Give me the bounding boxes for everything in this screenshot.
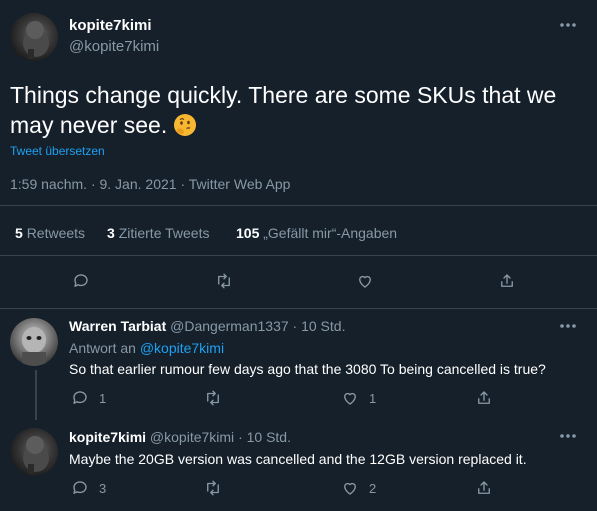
avatar[interactable] [10,318,58,366]
like-button[interactable] [356,272,374,290]
quotes-stat[interactable]: 3 Zitierte Tweets [107,225,209,241]
tweet-timestamp[interactable]: 1:59 nachm. · 9. Jan. 2021 · Twitter Web… [10,176,290,192]
handle[interactable]: @kopite7kimi [69,38,159,55]
handle[interactable]: @kopite7kimi [150,429,234,445]
divider [0,308,597,309]
share-icon [478,391,490,404]
stats-bar: 5 Retweets [15,225,85,241]
likes-label: „Gefällt mir“-Angaben [263,225,398,241]
quotes-label: Zitierte Tweets [118,225,210,241]
reply-button[interactable] [72,272,90,290]
retweet-button[interactable] [204,479,232,497]
avatar[interactable] [10,13,58,61]
retweet-icon [218,273,230,289]
like-count: 1 [369,390,377,406]
avatar[interactable] [10,428,58,476]
more-dots-icon[interactable] [559,321,577,331]
reply-to-prefix: Antwort an [69,340,136,356]
like-button[interactable]: 1 [341,389,376,407]
reply-header: kopite7kimi @kopite7kimi · 10 Std. [69,429,291,445]
reply-icon [74,274,88,287]
reply-text: So that earlier rumour few days ago that… [69,361,546,377]
thinking-face-emoji [173,114,196,136]
divider [0,255,597,256]
tweet-text: Things change quickly. There are some SK… [10,80,570,140]
retweet-button[interactable] [204,389,232,407]
heart-icon [344,392,356,405]
share-button[interactable] [475,389,493,407]
thread-line [35,370,37,420]
reply-button[interactable]: 3 [71,479,106,497]
retweet-icon [207,390,219,406]
reply-time[interactable]: · 10 Std. [238,429,291,445]
share-button[interactable] [498,272,516,290]
more-dots-icon[interactable] [559,431,577,441]
like-button[interactable]: 2 [341,479,376,497]
retweet-button[interactable] [215,272,233,290]
reply-icon [73,481,87,494]
quotes-count: 3 [107,225,115,241]
heart-icon [344,482,356,495]
reply-count: 1 [99,390,107,406]
divider [0,205,597,206]
translate-tweet-link[interactable]: Tweet übersetzen [10,144,105,158]
heart-icon [359,275,371,288]
retweets-stat[interactable]: 5 Retweets [15,225,85,241]
reply-button[interactable]: 1 [71,389,106,407]
display-name[interactable]: kopite7kimi [69,429,146,445]
more-dots-icon[interactable] [559,20,577,30]
reply-to-line: Antwort an @kopite7kimi [69,340,224,356]
retweets-count: 5 [15,225,23,241]
retweet-icon [207,480,219,496]
like-count: 2 [369,480,377,496]
reply-to-handle[interactable]: @kopite7kimi [140,340,224,356]
reply-text: Maybe the 20GB version was cancelled and… [69,451,527,467]
reply-time[interactable]: · 10 Std. [293,318,346,334]
share-button[interactable] [475,479,493,497]
display-name[interactable]: Warren Tarbiat [69,318,166,334]
retweets-label: Retweets [26,225,86,241]
handle[interactable]: @Dangerman1337 [170,318,289,334]
reply-icon [73,391,87,404]
share-icon [501,274,513,287]
display-name[interactable]: kopite7kimi [69,17,152,34]
reply-header: Warren Tarbiat @Dangerman1337 · 10 Std. [69,318,345,334]
likes-count: 105 [236,225,260,241]
reply-count: 3 [99,480,107,496]
share-icon [478,481,490,494]
tweet-text-body: Things change quickly. There are some SK… [10,82,557,138]
likes-stat[interactable]: 105 „Gefällt mir“-Angaben [236,225,397,241]
